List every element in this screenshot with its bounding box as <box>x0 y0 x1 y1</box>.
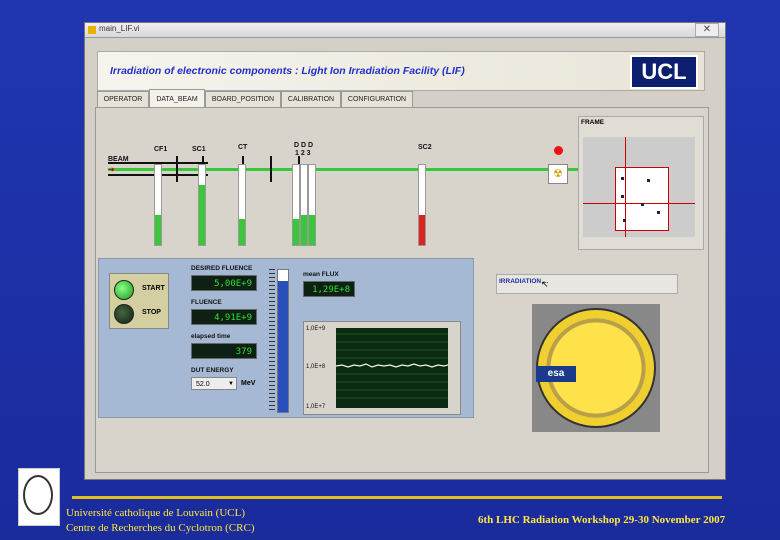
control-panel: START STOP DESIRED FLUENCE 5,00E+9 FLUEN… <box>98 258 474 418</box>
sc1-level-bar <box>198 164 206 246</box>
frame-marker <box>641 203 644 206</box>
tab-configuration[interactable]: CONFIGURATION <box>341 91 413 107</box>
ct-marker-2 <box>270 156 272 182</box>
window-titlebar: main_LIF.vi ✕ <box>85 23 725 38</box>
ct-level-bar <box>238 164 246 246</box>
tab-calibration[interactable]: CALIBRATION <box>281 91 341 107</box>
mean-flux-label: mean FLUX <box>303 271 339 278</box>
d3-level-bar <box>308 164 316 246</box>
frame-marker <box>621 177 624 180</box>
university-seal <box>18 468 60 526</box>
status-led <box>554 146 563 155</box>
esa-facility-logo: esa <box>532 304 660 432</box>
fluence-indicator: 4,91E+9 <box>191 309 257 325</box>
flux-axis-top: 1,0E+9 <box>306 326 326 332</box>
fluence-progress-fill <box>278 281 288 412</box>
start-button[interactable] <box>114 280 134 300</box>
irradiation-status: IRRADIATION ... ↖ <box>496 274 678 294</box>
dut-energy-unit: MeV <box>241 380 256 387</box>
footer-right: 6th LHC Radiation Workshop 29-30 Novembe… <box>478 514 726 526</box>
window-title: main_LIF.vi <box>99 24 140 33</box>
seal-emblem-icon <box>23 475 53 515</box>
flux-axis-mid: 1,0E+8 <box>306 364 326 370</box>
stop-button[interactable] <box>114 304 134 324</box>
beamline-diagram: BEAM CF1 SC1 CT D D D 1 2 3 SC2 ➜ ☢ <box>98 116 578 246</box>
footer-left-line1: Université catholique de Louvain (UCL) <box>66 507 246 519</box>
sc2-level-bar <box>418 164 426 246</box>
ucl-logo: UCL <box>630 55 698 89</box>
esa-label: esa <box>536 366 576 382</box>
fluence-bar-scale <box>269 269 275 411</box>
flux-plot <box>336 328 448 408</box>
close-button[interactable]: ✕ <box>695 23 719 37</box>
dut-energy-select[interactable]: 52.0 ▼ <box>191 377 237 390</box>
mouse-cursor-icon: ↖ <box>541 279 549 289</box>
start-stop-box: START STOP <box>109 273 169 329</box>
cf1-label: CF1 <box>154 146 168 153</box>
fluence-progress-bar <box>277 269 289 413</box>
cf1-marker <box>176 156 178 182</box>
tab-data-beam[interactable]: DATA_BEAM <box>149 89 205 107</box>
labview-window: main_LIF.vi ✕ Irradiation of electronic … <box>84 22 726 480</box>
radiation-icon: ☢ <box>548 164 568 184</box>
beam-line <box>108 168 578 171</box>
cf1-level-bar <box>154 164 162 246</box>
footer-left-line2: Centre de Recherches du Cyclotron (CRC) <box>66 522 255 534</box>
fluence-label: FLUENCE <box>191 299 222 306</box>
app-icon <box>88 26 96 34</box>
banner-title: Irradiation of electronic components : L… <box>110 65 465 77</box>
d1-level-bar <box>292 164 300 246</box>
elapsed-time-label: elapsed time <box>191 333 231 340</box>
stop-label: STOP <box>142 309 161 316</box>
frame-marker <box>657 211 660 214</box>
tab-operator[interactable]: OPERATOR <box>97 91 149 107</box>
data-beam-panel: BEAM CF1 SC1 CT D D D 1 2 3 SC2 ➜ ☢ FRAM… <box>95 107 709 473</box>
frame-panel: FRAME <box>578 116 704 250</box>
sc1-label: SC1 <box>192 146 206 153</box>
d-labels: D D D <box>294 142 314 149</box>
dut-energy-label: DUT ENERGY <box>191 367 234 374</box>
frame-label: FRAME <box>581 119 605 126</box>
dut-energy-value: 52.0 <box>196 381 210 388</box>
chevron-down-icon: ▼ <box>228 381 234 387</box>
tab-board-position[interactable]: BOARD_POSITION <box>205 91 281 107</box>
beam-arrow-icon: ➜ <box>108 165 115 174</box>
start-label: START <box>142 285 165 292</box>
flux-graph: 1,0E+9 1,0E+8 1,0E+7 <box>303 321 461 415</box>
sc2-label: SC2 <box>418 144 432 151</box>
desired-fluence-label: DESIRED FLUENCE <box>191 265 253 272</box>
frame-marker <box>621 195 624 198</box>
ct-label: CT <box>238 144 248 151</box>
frame-plot <box>583 137 695 237</box>
frame-crosshair-v <box>625 137 626 237</box>
flux-trace <box>336 363 448 368</box>
footer-divider <box>72 496 722 499</box>
frame-crosshair-h <box>583 203 695 204</box>
frame-marker <box>623 219 626 222</box>
mean-flux-indicator: 1,29E+8 <box>303 281 355 297</box>
frame-marker <box>647 179 650 182</box>
d2-level-bar <box>300 164 308 246</box>
banner: Irradiation of electronic components : L… <box>97 51 705 91</box>
elapsed-time-indicator: 379 <box>191 343 257 359</box>
desired-fluence-field[interactable]: 5,00E+9 <box>191 275 257 291</box>
flux-axis-bottom: 1,0E+7 <box>306 404 326 410</box>
